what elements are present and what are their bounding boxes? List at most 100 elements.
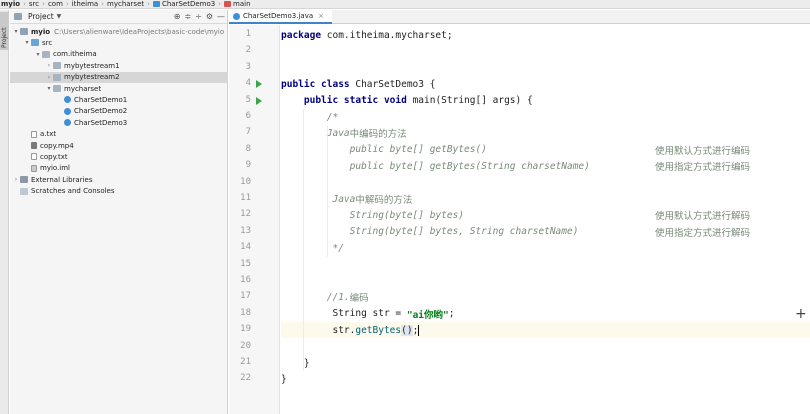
chevron-down-icon[interactable]: ▼ [57, 13, 62, 20]
tree-item[interactable]: ▾ com.itheima [10, 49, 228, 60]
left-tool-strip: Project [0, 10, 9, 414]
tree-item-label: copy.mp4 [40, 141, 74, 150]
tree-item[interactable]: CharSetDemo2 [10, 106, 228, 117]
breadcrumb-item[interactable]: › mycharset [98, 0, 144, 8]
tree-item[interactable]: myio.iml [10, 163, 228, 174]
chevron-down-icon[interactable]: ▾ [45, 85, 53, 92]
breadcrumb-item[interactable]: › CharSetDemo3 [144, 0, 215, 8]
line-number: 20 [240, 340, 251, 351]
chevron-right-icon[interactable]: › [45, 74, 53, 81]
code-line[interactable] [281, 257, 810, 273]
code-line[interactable]: */ [281, 240, 810, 256]
code-editor[interactable]: package com.itheima.mycharset; public cla… [281, 25, 810, 414]
project-panel-header: Project ▼ ⊕ ≑ ÷ ⚙ — [10, 10, 227, 24]
project-panel-title[interactable]: Project [28, 12, 54, 21]
line-number: 17 [240, 291, 251, 302]
code-token: } [281, 357, 310, 369]
line-number: 5 [245, 94, 251, 105]
locate-icon[interactable]: ⊕ [174, 12, 181, 21]
code-token: getBytes [355, 324, 402, 336]
tree-item[interactable]: copy.txt [10, 151, 228, 162]
tree-item[interactable]: CharSetDemo1 [10, 94, 228, 105]
code-token: com.itheima.mycharset; [321, 29, 453, 41]
breadcrumb-item[interactable]: › src [20, 0, 39, 8]
gear-icon[interactable]: ⚙ [206, 12, 213, 21]
tree-item-label: CharSetDemo3 [74, 118, 128, 127]
code-line[interactable]: public byte[] getBytes(String charsetNam… [281, 158, 810, 174]
comment-annotation: 使用指定方式进行编码 [655, 162, 751, 174]
line-number: 6 [245, 111, 251, 121]
chevron-down-icon[interactable]: ▾ [34, 51, 42, 58]
code-line[interactable]: String(byte[] bytes, String charsetName)… [281, 224, 810, 240]
code-line[interactable]: package com.itheima.mycharset; [281, 27, 810, 43]
code-token: 编码 [349, 293, 369, 305]
tree-item[interactable]: Scratches and Consoles [10, 186, 228, 197]
breadcrumb-item[interactable]: myio [1, 0, 20, 8]
comment-annotation: 使用默认方式进行解码 [655, 211, 751, 223]
expand-icon[interactable]: ÷ [195, 12, 202, 21]
line-number: 21 [240, 357, 251, 367]
chevron-right-icon[interactable]: › [45, 62, 53, 69]
line-number: 18 [240, 307, 251, 318]
breadcrumb-item[interactable]: › com [39, 0, 63, 8]
code-token: public static void [303, 95, 407, 107]
code-line[interactable] [281, 43, 810, 59]
line-number: 13 [240, 225, 251, 236]
chevron-right-icon[interactable]: › [12, 176, 20, 183]
code-line[interactable]: String str = "ai你哟"; [281, 306, 810, 322]
code-line[interactable]: Java 中编码的方法 [281, 125, 810, 141]
breadcrumb-label: itheima [71, 0, 99, 8]
tree-item-label: mybytestream2 [64, 73, 120, 82]
code-line[interactable] [281, 339, 810, 355]
code-line[interactable]: } [281, 355, 810, 371]
package-icon [53, 62, 61, 70]
line-number: 3 [245, 61, 251, 72]
crosshair-cursor-icon: + [795, 306, 807, 322]
tree-item-label: mybytestream1 [64, 61, 120, 70]
code-line[interactable]: public static void main(String[] args) { [281, 93, 810, 109]
tree-item[interactable]: a.txt [10, 129, 228, 140]
chevron-down-icon[interactable]: ▾ [12, 28, 20, 35]
code-line[interactable]: } [281, 371, 810, 387]
tree-item[interactable]: CharSetDemo3 [10, 117, 228, 128]
breadcrumb-item[interactable]: › main [215, 0, 250, 8]
tree-item-label: CharSetDemo2 [74, 107, 128, 116]
project-view-icon [14, 13, 22, 20]
close-icon[interactable]: × [318, 12, 324, 20]
tree-item[interactable]: › External Libraries [10, 174, 228, 185]
code-token: package [281, 29, 322, 41]
code-line[interactable]: //1. 编码 [281, 289, 810, 305]
tab-charsetdemo3[interactable]: CharSetDemo3.java × [229, 10, 333, 24]
method-icon [224, 1, 232, 7]
line-number: 7 [245, 127, 251, 138]
tree-item-label: mycharset [64, 84, 102, 93]
run-icon[interactable] [256, 80, 262, 89]
code-line[interactable]: String(byte[] bytes) 使用默认方式进行解码 [281, 207, 810, 223]
code-line[interactable] [281, 60, 810, 76]
chevron-right-icon: › [65, 0, 69, 8]
code-line[interactable]: str. getBytes(); [281, 322, 810, 339]
code-line[interactable]: Java 中解码的方法 [281, 191, 810, 207]
collapse-icon[interactable]: ≑ [184, 12, 191, 21]
code-line[interactable]: public byte[] getBytes() 使用默认方式进行编码 [281, 142, 810, 158]
run-icon[interactable] [256, 96, 262, 105]
line-number: 19 [240, 324, 251, 335]
tree-item[interactable]: ▾ src [10, 37, 228, 48]
tree-item[interactable]: › mybytestream2 [10, 71, 228, 83]
project-tool-tab[interactable]: Project [0, 12, 9, 50]
tree-item-label: src [42, 38, 53, 47]
code-token: /* [281, 111, 339, 123]
minimize-icon[interactable]: — [217, 12, 225, 21]
code-line[interactable]: public class CharSetDemo3 { [281, 76, 810, 92]
code-line[interactable] [281, 175, 810, 191]
tree-item[interactable]: copy.mp4 [10, 140, 228, 151]
tree-item-label: com.itheima [53, 50, 97, 59]
code-line[interactable]: /* [281, 109, 810, 125]
tree-item[interactable]: › mybytestream1 [10, 60, 228, 71]
tree-item[interactable]: ▾ myio C:\Users\alienware\IdeaProjects\bas… [10, 26, 228, 37]
chevron-down-icon[interactable]: ▾ [23, 39, 31, 46]
code-line[interactable] [281, 273, 810, 289]
tree-item[interactable]: ▾ mycharset [10, 83, 228, 94]
breadcrumb-item[interactable]: › itheima [63, 0, 98, 8]
